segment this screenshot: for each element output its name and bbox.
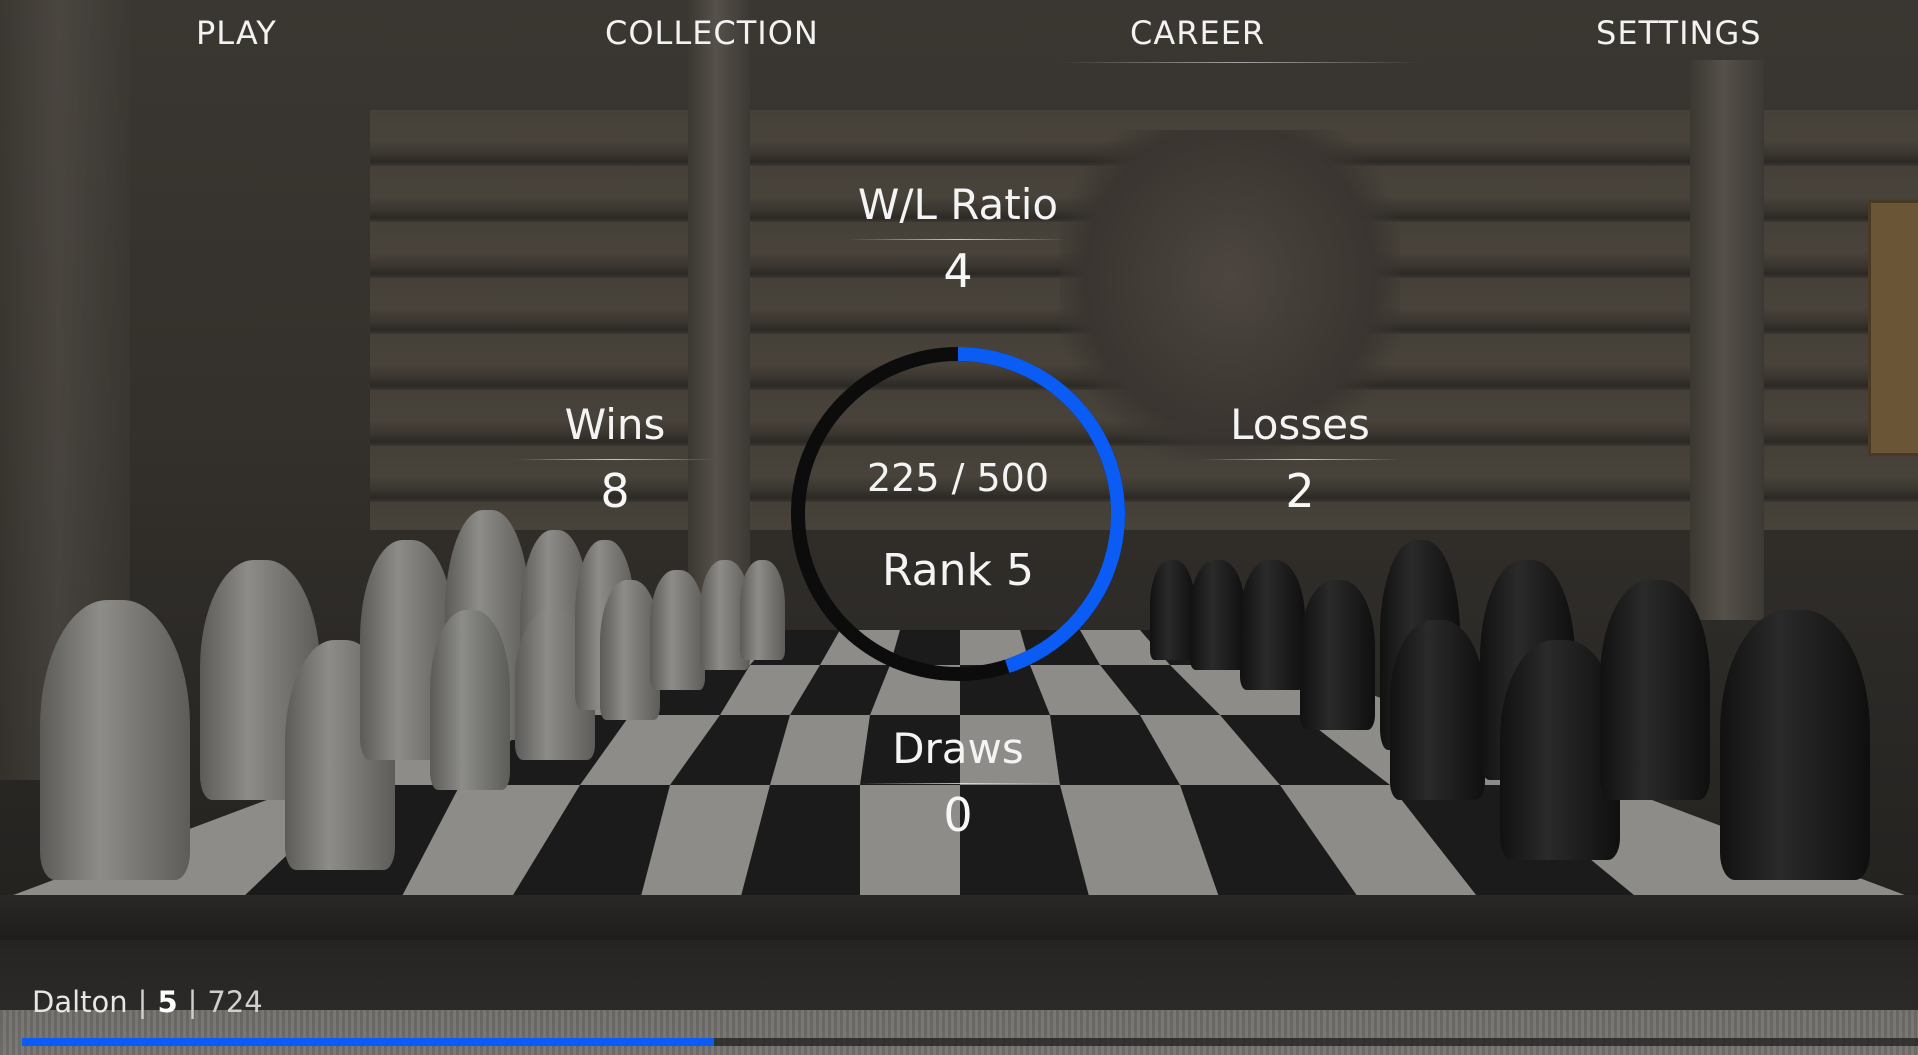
table-edge bbox=[0, 895, 1918, 945]
wl-ratio-value: 4 bbox=[943, 244, 973, 298]
black-rook bbox=[1720, 610, 1870, 880]
white-pawn bbox=[430, 610, 510, 790]
separator: | bbox=[137, 985, 148, 1019]
black-pawn bbox=[1150, 560, 1195, 660]
divider bbox=[1200, 459, 1400, 460]
losses-label: Losses bbox=[1230, 400, 1370, 449]
rank-label: Rank 5 bbox=[882, 545, 1034, 596]
nav-settings[interactable]: SETTINGS bbox=[1596, 14, 1762, 58]
picture-frame bbox=[1868, 200, 1918, 456]
rank-progress-ring bbox=[791, 347, 1125, 681]
draws-label: Draws bbox=[892, 724, 1024, 773]
black-pawn bbox=[1190, 560, 1245, 670]
divider bbox=[858, 783, 1058, 784]
rug bbox=[0, 1010, 1918, 1055]
player-info: Dalton | 5 | 724 bbox=[32, 985, 263, 1019]
white-rook bbox=[40, 600, 190, 880]
separator: | bbox=[187, 985, 198, 1019]
player-xp: 724 bbox=[207, 985, 263, 1019]
player-name: Dalton bbox=[32, 985, 128, 1019]
nav-active-underline bbox=[1060, 62, 1420, 63]
stat-losses: Losses 2 bbox=[1200, 400, 1400, 518]
wooden-post bbox=[1690, 60, 1764, 620]
wins-value: 8 bbox=[600, 464, 630, 518]
player-xp-bar bbox=[22, 1038, 1918, 1046]
stat-wl-ratio: W/L Ratio 4 bbox=[808, 180, 1108, 298]
player-xp-bar-fill bbox=[22, 1038, 715, 1046]
nav-play[interactable]: PLAY bbox=[196, 14, 277, 58]
white-pawn bbox=[650, 570, 705, 690]
nav-collection[interactable]: COLLECTION bbox=[605, 14, 819, 58]
losses-value: 2 bbox=[1285, 464, 1315, 518]
black-pawn bbox=[1390, 620, 1485, 800]
divider bbox=[848, 239, 1068, 240]
black-pawn bbox=[1240, 560, 1305, 690]
player-level: 5 bbox=[157, 985, 178, 1019]
stat-draws: Draws 0 bbox=[828, 724, 1088, 842]
wins-label: Wins bbox=[564, 400, 666, 449]
black-knight bbox=[1600, 580, 1710, 800]
white-pawn bbox=[740, 560, 785, 660]
black-pawn bbox=[1300, 580, 1375, 730]
draws-value: 0 bbox=[943, 788, 973, 842]
stat-wins: Wins 8 bbox=[515, 400, 715, 518]
wl-ratio-label: W/L Ratio bbox=[857, 180, 1059, 229]
rank-xp-text: 225 / 500 bbox=[866, 456, 1050, 500]
divider bbox=[515, 459, 715, 460]
nav-career[interactable]: CAREER bbox=[1130, 14, 1265, 58]
